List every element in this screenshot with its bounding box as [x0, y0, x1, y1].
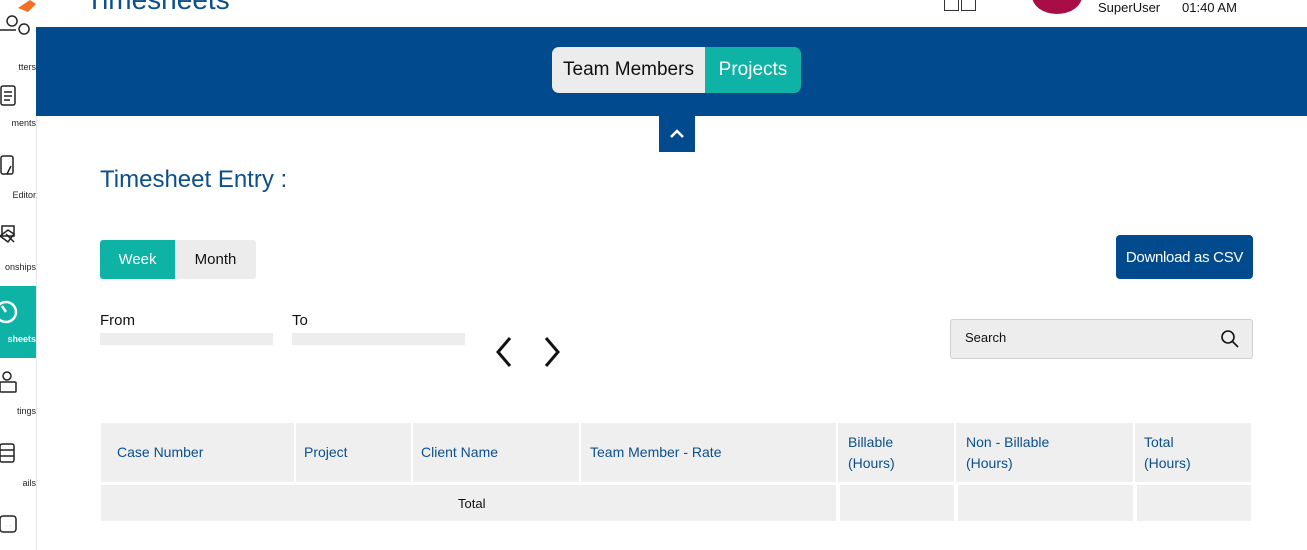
from-date-field[interactable]: [100, 333, 273, 345]
sidebar-item-emails[interactable]: ails: [0, 430, 36, 490]
meeting-icon: [0, 371, 17, 393]
filter-icon: [0, 15, 30, 35]
chevron-left-icon[interactable]: [494, 336, 514, 368]
doc-edit-icon: [0, 155, 14, 175]
sidebar: tters ments Editor onships sheets tings …: [0, 0, 37, 550]
sidebar-item-documents[interactable]: ments: [0, 70, 36, 130]
page-title: Timesheets: [86, 0, 230, 16]
stopwatch-icon: [0, 300, 18, 324]
tab-projects[interactable]: Projects: [705, 47, 801, 93]
sidebar-item-label: Editor: [12, 190, 36, 200]
view-toggle: Team Members Projects: [552, 47, 801, 93]
sidebar-item-label: ments: [11, 118, 36, 128]
chat-icon: [0, 515, 17, 533]
total-non-billable-cell: [958, 485, 1133, 521]
total-label: Total: [458, 496, 486, 511]
layout-toggle-icon[interactable]: [944, 0, 978, 16]
table-header-cell[interactable]: Project: [296, 423, 411, 482]
table-row: Total: [101, 485, 836, 521]
clock-time: 01:40 AM: [1182, 0, 1237, 15]
section-title: Timesheet Entry :: [100, 166, 288, 193]
sidebar-item-label: tings: [16, 406, 36, 416]
table-header-cell[interactable]: Non - Billable (Hours): [956, 423, 1133, 482]
sidebar-item-label: onships: [4, 262, 36, 272]
sidebar-item-filters[interactable]: tters: [0, 14, 36, 74]
header-banner: Team Members Projects: [36, 27, 1307, 116]
tab-team-members[interactable]: Team Members: [552, 47, 705, 93]
table-header-cell[interactable]: Total (Hours): [1135, 423, 1251, 482]
mail-icon: [0, 443, 15, 463]
search-box: [950, 319, 1253, 359]
table-header-cell[interactable]: Client Name: [413, 423, 579, 482]
to-label: To: [292, 312, 308, 329]
download-csv-button[interactable]: Download as CSV: [1116, 235, 1253, 279]
sidebar-item-meetings[interactable]: tings: [0, 358, 36, 418]
table-header-cell[interactable]: Team Member - Rate: [581, 423, 836, 482]
sidebar-item-label: sheets: [7, 334, 36, 344]
table-header-cell[interactable]: Billable (Hours): [838, 423, 954, 482]
month-button[interactable]: Month: [175, 240, 256, 279]
table-header-cell[interactable]: Case Number: [101, 423, 294, 482]
search-input[interactable]: [963, 329, 1207, 346]
sidebar-item-chat[interactable]: [0, 502, 36, 550]
avatar[interactable]: [1032, 0, 1082, 14]
handshake-icon: [0, 225, 16, 244]
period-toggle: Week Month: [100, 240, 256, 279]
sidebar-item-label: ails: [22, 478, 36, 488]
document-icon: [0, 85, 16, 106]
user-name: SuperUser: [1098, 0, 1161, 15]
sidebar-item-relationships[interactable]: onships: [0, 214, 36, 274]
from-label: From: [100, 312, 135, 329]
total-hours-cell: [1137, 485, 1251, 521]
total-billable-cell: [840, 485, 954, 521]
sidebar-item-editor[interactable]: Editor: [0, 142, 36, 202]
week-button[interactable]: Week: [100, 240, 175, 279]
top-bar: Timesheets SuperUser 01:40 AM: [36, 0, 1307, 27]
chevron-right-icon[interactable]: [542, 336, 562, 368]
collapse-button[interactable]: [659, 116, 695, 152]
search-icon[interactable]: [1220, 329, 1240, 349]
to-date-field[interactable]: [292, 333, 465, 345]
chevron-up-icon: [670, 129, 684, 138]
sidebar-item-timesheets[interactable]: sheets: [0, 286, 36, 358]
